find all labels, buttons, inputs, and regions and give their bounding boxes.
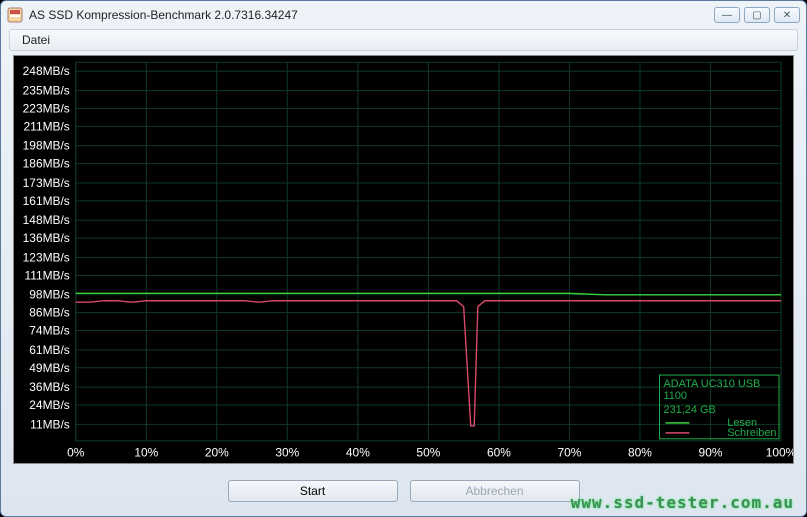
minimize-button[interactable]: — [714,7,740,23]
svg-text:98MB/s: 98MB/s [29,288,70,302]
maximize-button[interactable]: ▢ [744,7,770,23]
svg-text:Schreiben: Schreiben [727,427,776,439]
svg-text:30%: 30% [275,446,299,460]
svg-text:198MB/s: 198MB/s [23,139,70,153]
svg-text:11MB/s: 11MB/s [30,417,70,431]
svg-text:0%: 0% [67,446,85,460]
window-controls: — ▢ ✕ [714,7,800,23]
svg-text:74MB/s: 74MB/s [29,324,70,338]
svg-text:80%: 80% [628,446,652,460]
svg-text:60%: 60% [487,446,511,460]
window-title: AS SSD Kompression-Benchmark 2.0.7316.34… [29,8,714,22]
close-button[interactable]: ✕ [774,7,800,23]
svg-text:24MB/s: 24MB/s [29,398,70,412]
svg-text:50%: 50% [416,446,440,460]
svg-text:211MB/s: 211MB/s [24,119,70,133]
svg-text:223MB/s: 223MB/s [23,101,70,115]
svg-text:161MB/s: 161MB/s [23,194,70,208]
svg-text:231,24 GB: 231,24 GB [663,404,715,416]
start-button[interactable]: Start [228,480,398,502]
svg-text:36MB/s: 36MB/s [29,380,70,394]
chart-svg: 11MB/s 24MB/s 36MB/s 49MB/s 61MB/s 74MB/s 86MB… [14,56,793,463]
menubar: Datei [9,29,798,51]
cancel-button[interactable]: Abbrechen [410,480,580,502]
svg-text:173MB/s: 173MB/s [23,176,70,190]
svg-text:235MB/s: 235MB/s [23,84,70,98]
svg-text:61MB/s: 61MB/s [29,343,70,357]
menu-file[interactable]: Datei [16,31,56,49]
svg-text:10%: 10% [134,446,158,460]
chart-area: 11MB/s 24MB/s 36MB/s 49MB/s 61MB/s 74MB/s 86MB… [13,55,794,464]
watermark-text: www.ssd-tester.com.au [571,493,794,512]
titlebar: AS SSD Kompression-Benchmark 2.0.7316.34… [1,1,806,29]
svg-text:70%: 70% [558,446,582,460]
svg-text:186MB/s: 186MB/s [23,157,70,171]
svg-text:20%: 20% [205,446,229,460]
svg-text:100%: 100% [766,446,793,460]
svg-text:ADATA UC310 USB: ADATA UC310 USB [663,378,760,390]
svg-text:123MB/s: 123MB/s [23,250,70,264]
svg-text:148MB/s: 148MB/s [23,213,70,227]
svg-text:90%: 90% [699,446,723,460]
svg-text:248MB/s: 248MB/s [23,64,70,78]
svg-text:1100: 1100 [663,390,687,402]
app-icon [7,7,23,23]
svg-text:136MB/s: 136MB/s [23,231,70,245]
svg-text:111MB/s: 111MB/s [24,268,69,282]
app-window: AS SSD Kompression-Benchmark 2.0.7316.34… [0,0,807,517]
svg-text:86MB/s: 86MB/s [29,306,70,320]
svg-text:40%: 40% [346,446,370,460]
svg-text:49MB/s: 49MB/s [29,361,70,375]
